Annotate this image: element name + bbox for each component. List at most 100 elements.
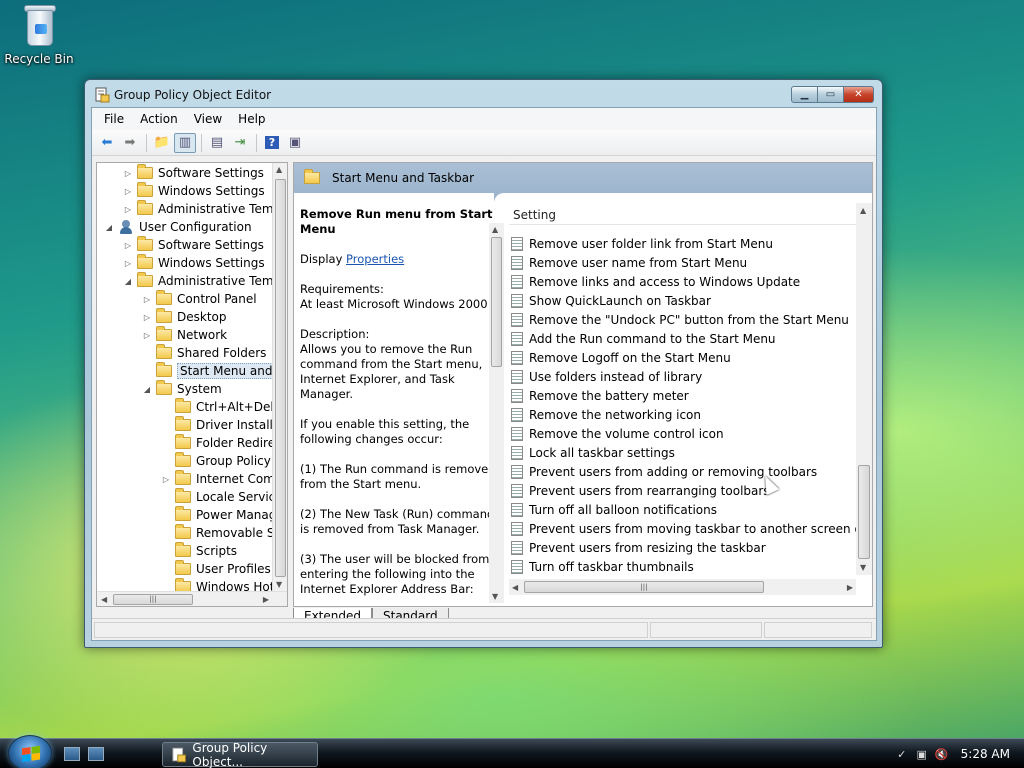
list-item[interactable]: Remove user folder link from Start Menu: [511, 234, 773, 253]
scroll-thumb[interactable]: [275, 179, 286, 577]
list-item[interactable]: Remove the battery meter: [511, 386, 689, 405]
list-item[interactable]: Turn off all balloon notifications: [511, 500, 717, 519]
scroll-down-arrow-icon[interactable]: ▼: [860, 563, 866, 572]
forward-arrow-icon[interactable]: ➡: [119, 133, 141, 153]
tree-item[interactable]: ◢ Administrative Temp: [123, 272, 281, 290]
tree-item[interactable]: ▷ Control Panel: [142, 290, 257, 308]
tree-item[interactable]: Power Manag: [161, 506, 276, 524]
windows-logo-icon: [22, 745, 40, 763]
list-item[interactable]: Show QuickLaunch on Taskbar: [511, 291, 711, 310]
tree-item[interactable]: ◢ System: [142, 380, 222, 398]
list-item[interactable]: Remove user name from Start Menu: [511, 253, 747, 272]
recycle-bin-desktop-icon[interactable]: Recycle Bin: [4, 2, 74, 66]
tree-item[interactable]: Folder Redirect: [161, 434, 286, 452]
list-item[interactable]: Turn off taskbar thumbnails: [511, 557, 694, 576]
list-item[interactable]: Prevent users from resizing the taskbar: [511, 538, 766, 557]
scroll-thumb[interactable]: [491, 237, 502, 367]
tree-item[interactable]: Scripts: [161, 542, 237, 560]
switch-windows-icon[interactable]: [88, 747, 104, 761]
show-hide-tree-icon[interactable]: ▥: [174, 132, 196, 153]
title-bar[interactable]: Group Policy Object Editor ▁ ▭ ✕: [85, 80, 882, 108]
menu-file[interactable]: File: [96, 110, 132, 128]
folder-icon: [175, 470, 191, 485]
scroll-up-arrow-icon[interactable]: ▲: [860, 206, 866, 215]
column-header-setting[interactable]: Setting: [509, 203, 859, 225]
list-item[interactable]: Prevent users from moving taskbar to ano…: [511, 519, 872, 538]
list-item[interactable]: Remove Logoff on the Start Menu: [511, 348, 731, 367]
security-center-icon[interactable]: ✓: [895, 747, 909, 761]
scroll-thumb[interactable]: |||: [113, 594, 193, 605]
tree-item[interactable]: Shared Folders: [142, 344, 266, 362]
tree-item[interactable]: ▷ Desktop: [142, 308, 227, 326]
folder-icon: [175, 452, 191, 467]
list-item[interactable]: Remove links and access to Windows Updat…: [511, 272, 800, 291]
tree-vertical-scrollbar[interactable]: ▲ ▼: [272, 163, 287, 591]
properties-link[interactable]: Properties: [346, 252, 404, 266]
list-item[interactable]: Add the Run command to the Start Menu: [511, 329, 776, 348]
policy-setting-icon: [511, 483, 523, 498]
scroll-up-arrow-icon[interactable]: ▲: [492, 225, 498, 234]
tree-item[interactable]: ▷ Windows Settings: [123, 182, 265, 200]
scroll-down-arrow-icon[interactable]: ▼: [276, 580, 282, 589]
tree-item[interactable]: Locale Service: [161, 488, 283, 506]
scroll-thumb[interactable]: |||: [524, 581, 764, 593]
menu-view[interactable]: View: [186, 110, 230, 128]
description-p3: (2) The New Task (Run) command is remove…: [300, 507, 495, 536]
list-item[interactable]: Remove the volume control icon: [511, 424, 724, 443]
tree-item[interactable]: ▷ Network: [142, 326, 227, 344]
scroll-left-arrow-icon[interactable]: ◀: [512, 583, 518, 592]
tree-item[interactable]: ▷ Software Settings: [123, 236, 264, 254]
list-item[interactable]: Remove the "Undock PC" button from the S…: [511, 310, 849, 329]
tree-item-start-menu-selected[interactable]: Start Menu and T: [142, 362, 287, 380]
taskbar-button-label: Group Policy Object...: [192, 740, 268, 768]
description-scrollbar[interactable]: ▲ ▼: [489, 223, 504, 603]
extended-description: Remove Run menu from Start Menu Display …: [294, 203, 504, 598]
list-item[interactable]: Use folders instead of library: [511, 367, 702, 386]
settings-horizontal-scrollbar[interactable]: ◀ ||| ▶: [509, 579, 856, 595]
up-folder-icon[interactable]: 📁: [151, 133, 173, 153]
back-arrow-icon[interactable]: ⬅: [96, 133, 118, 153]
scroll-right-arrow-icon[interactable]: ▶: [847, 583, 853, 592]
scroll-down-arrow-icon[interactable]: ▼: [492, 592, 498, 601]
display-label: Display: [300, 252, 343, 266]
tree-item[interactable]: ▷ Administrative Temp: [123, 200, 281, 218]
properties-icon[interactable]: ▤: [206, 133, 228, 153]
list-item[interactable]: Remove the networking icon: [511, 405, 701, 424]
policy-setting-icon: [511, 445, 523, 460]
taskbar-button-gpo-editor[interactable]: Group Policy Object...: [162, 740, 318, 768]
tree-item[interactable]: Driver Installat: [161, 416, 285, 434]
policy-setting-icon: [511, 312, 523, 327]
scroll-left-arrow-icon[interactable]: ◀: [101, 595, 107, 604]
tree-item-user-configuration[interactable]: ◢ User Configuration: [104, 218, 252, 236]
settings-vertical-scrollbar[interactable]: ▲ ▼: [856, 203, 872, 575]
maximize-button[interactable]: ▭: [818, 86, 844, 103]
scroll-thumb[interactable]: [858, 465, 870, 559]
scroll-up-arrow-icon[interactable]: ▲: [276, 165, 282, 174]
scroll-right-arrow-icon[interactable]: ▶: [263, 595, 269, 604]
list-item[interactable]: Prevent users from rearranging toolbars: [511, 481, 770, 500]
extended-view-icon[interactable]: ▣: [284, 133, 306, 153]
tree-item[interactable]: User Profiles: [161, 560, 271, 578]
show-desktop-icon[interactable]: [64, 747, 80, 761]
network-icon[interactable]: ▣: [915, 747, 929, 761]
help-icon[interactable]: ?: [261, 133, 283, 153]
volume-muted-icon[interactable]: 🔇: [935, 747, 949, 761]
policy-setting-icon: [511, 407, 523, 422]
tree-item[interactable]: ▷ Software Settings: [123, 164, 264, 182]
start-button[interactable]: [8, 735, 52, 768]
tree-item[interactable]: Removable St: [161, 524, 279, 542]
list-item[interactable]: Lock all taskbar settings: [511, 443, 675, 462]
folder-icon: [175, 434, 191, 449]
menu-action[interactable]: Action: [132, 110, 186, 128]
menu-help[interactable]: Help: [230, 110, 273, 128]
tree-item[interactable]: ▷ Windows Settings: [123, 254, 265, 272]
tree-item[interactable]: ▷ Internet Comm: [161, 470, 287, 488]
close-button[interactable]: ✕: [844, 86, 874, 103]
export-list-icon[interactable]: ⇥: [229, 133, 251, 153]
status-bar: [92, 618, 876, 640]
tree-item[interactable]: Ctrl+Alt+Del (: [161, 398, 282, 416]
tree-item[interactable]: Group Policy: [161, 452, 271, 470]
clock[interactable]: 5:28 AM: [961, 747, 1010, 761]
minimize-button[interactable]: ▁: [791, 86, 818, 103]
tree-horizontal-scrollbar[interactable]: ◀ ||| ▶: [97, 591, 287, 606]
